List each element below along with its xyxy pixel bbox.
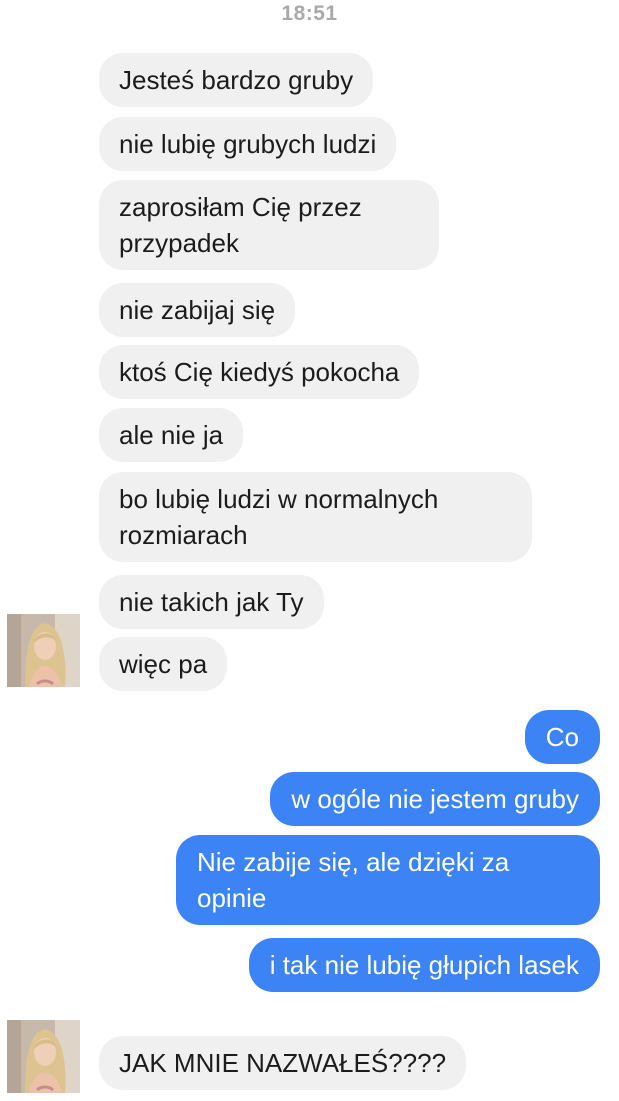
outgoing-message: i tak nie lubię głupich lasek xyxy=(248,938,600,992)
incoming-message: Jesteś bardzo gruby xyxy=(99,53,374,107)
incoming-message: nie zabijaj się xyxy=(99,283,296,337)
incoming-message: bo lubię ludzi w normalnych rozmiarach xyxy=(99,472,532,562)
contact-photo-icon xyxy=(7,614,80,687)
incoming-message: ale nie ja xyxy=(99,408,244,462)
outgoing-message: w ogóle nie jestem gruby xyxy=(270,772,600,826)
contact-avatar[interactable] xyxy=(7,614,80,687)
incoming-message: nie takich jak Ty xyxy=(99,575,324,629)
chat-screen: 18:51 Jesteś bardzo gruby nie lubię grub… xyxy=(0,0,619,1101)
outgoing-message: Co xyxy=(524,710,600,764)
incoming-message: ktoś Cię kiedyś pokocha xyxy=(99,345,420,399)
incoming-message: zaprosiłam Cię przez przypadek xyxy=(99,180,439,270)
contact-photo-icon xyxy=(7,1020,80,1093)
contact-avatar[interactable] xyxy=(7,1020,80,1093)
message-timestamp: 18:51 xyxy=(281,2,338,25)
outgoing-message: Nie zabije się, ale dzięki za opinie xyxy=(176,835,600,925)
incoming-message: JAK MNIE NAZWAŁEŚ???? xyxy=(99,1036,467,1090)
incoming-message: więc pa xyxy=(99,637,228,691)
incoming-message: nie lubię grubych ludzi xyxy=(99,117,397,171)
